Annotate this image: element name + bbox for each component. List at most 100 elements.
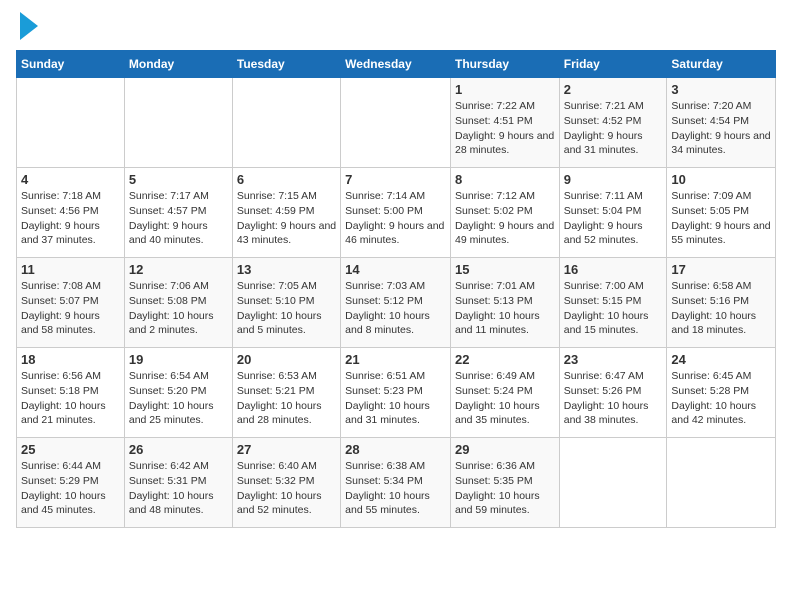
header-row: SundayMondayTuesdayWednesdayThursdayFrid…: [17, 51, 776, 78]
calendar-cell: 8 Sunrise: 7:12 AM Sunset: 5:02 PM Daylig…: [450, 168, 559, 258]
logo: [16, 16, 38, 40]
calendar-cell: 18Sunrise: 6:56 AM Sunset: 5:18 PM Dayli…: [17, 348, 125, 438]
day-number: 10: [671, 172, 771, 187]
col-header-wednesday: Wednesday: [341, 51, 451, 78]
day-number: 26: [129, 442, 228, 457]
calendar-cell: [232, 78, 340, 168]
col-header-friday: Friday: [559, 51, 667, 78]
day-number: 12: [129, 262, 228, 277]
calendar-cell: 25 Sunrise: 6:44 AM Sunset: 5:29 PM Dayli…: [17, 438, 125, 528]
day-info: Sunrise: 7:11 AM Sunset: 5:04 PM Dayligh…: [564, 189, 663, 248]
col-header-saturday: Saturday: [667, 51, 776, 78]
day-info: Sunrise: 7:20 AM Sunset: 4:54 PM Dayligh…: [671, 99, 771, 158]
calendar-cell: 29 Sunrise: 6:36 AM Sunset: 5:35 PM Dayli…: [450, 438, 559, 528]
calendar-cell: 28 Sunrise: 6:38 AM Sunset: 5:34 PM Dayli…: [341, 438, 451, 528]
day-info: Sunrise: 7:03 AM Sunset: 5:12 PM Dayligh…: [345, 279, 446, 338]
day-number: 21: [345, 352, 446, 367]
calendar-cell: 4Sunrise: 7:18 AM Sunset: 4:56 PM Daylig…: [17, 168, 125, 258]
day-number: 23: [564, 352, 663, 367]
calendar-cell: [341, 78, 451, 168]
day-info: Sunrise: 6:47 AM Sunset: 5:26 PM Dayligh…: [564, 369, 663, 428]
day-number: 29: [455, 442, 555, 457]
day-info: Sunrise: 7:09 AM Sunset: 5:05 PM Dayligh…: [671, 189, 771, 248]
day-number: 19: [129, 352, 228, 367]
day-info: Sunrise: 7:12 AM Sunset: 5:02 PM Dayligh…: [455, 189, 555, 248]
day-info: Sunrise: 7:18 AM Sunset: 4:56 PM Dayligh…: [21, 189, 120, 248]
day-number: 17: [671, 262, 771, 277]
day-info: Sunrise: 7:21 AM Sunset: 4:52 PM Dayligh…: [564, 99, 663, 158]
calendar-cell: 13 Sunrise: 7:05 AM Sunset: 5:10 PM Dayli…: [232, 258, 340, 348]
day-info: Sunrise: 6:38 AM Sunset: 5:34 PM Dayligh…: [345, 459, 446, 518]
week-row-1: 1 Sunrise: 7:22 AM Sunset: 4:51 PM Daylig…: [17, 78, 776, 168]
calendar-cell: 19Sunrise: 6:54 AM Sunset: 5:20 PM Dayli…: [124, 348, 232, 438]
day-info: Sunrise: 6:49 AM Sunset: 5:24 PM Dayligh…: [455, 369, 555, 428]
day-info: Sunrise: 7:05 AM Sunset: 5:10 PM Dayligh…: [237, 279, 336, 338]
calendar-table: SundayMondayTuesdayWednesdayThursdayFrid…: [16, 50, 776, 528]
day-number: 27: [237, 442, 336, 457]
calendar-cell: 21 Sunrise: 6:51 AM Sunset: 5:23 PM Dayli…: [341, 348, 451, 438]
day-info: Sunrise: 7:08 AM Sunset: 5:07 PM Dayligh…: [21, 279, 120, 338]
day-number: 11: [21, 262, 120, 277]
calendar-cell: 1 Sunrise: 7:22 AM Sunset: 4:51 PM Daylig…: [450, 78, 559, 168]
day-number: 22: [455, 352, 555, 367]
day-number: 28: [345, 442, 446, 457]
calendar-cell: 15Sunrise: 7:01 AM Sunset: 5:13 PM Dayli…: [450, 258, 559, 348]
calendar-cell: 5 Sunrise: 7:17 AM Sunset: 4:57 PM Daylig…: [124, 168, 232, 258]
day-number: 24: [671, 352, 771, 367]
week-row-4: 18Sunrise: 6:56 AM Sunset: 5:18 PM Dayli…: [17, 348, 776, 438]
page-header: [16, 16, 776, 40]
col-header-tuesday: Tuesday: [232, 51, 340, 78]
day-info: Sunrise: 7:06 AM Sunset: 5:08 PM Dayligh…: [129, 279, 228, 338]
calendar-cell: 2 Sunrise: 7:21 AM Sunset: 4:52 PM Daylig…: [559, 78, 667, 168]
day-number: 8: [455, 172, 555, 187]
calendar-cell: 3 Sunrise: 7:20 AM Sunset: 4:54 PM Daylig…: [667, 78, 776, 168]
day-number: 6: [237, 172, 336, 187]
logo-arrow-icon: [20, 12, 38, 40]
day-number: 15: [455, 262, 555, 277]
day-info: Sunrise: 6:51 AM Sunset: 5:23 PM Dayligh…: [345, 369, 446, 428]
day-number: 9: [564, 172, 663, 187]
calendar-cell: [124, 78, 232, 168]
calendar-cell: 9 Sunrise: 7:11 AM Sunset: 5:04 PM Daylig…: [559, 168, 667, 258]
day-info: Sunrise: 7:17 AM Sunset: 4:57 PM Dayligh…: [129, 189, 228, 248]
calendar-cell: 24 Sunrise: 6:45 AM Sunset: 5:28 PM Dayli…: [667, 348, 776, 438]
day-info: Sunrise: 6:53 AM Sunset: 5:21 PM Dayligh…: [237, 369, 336, 428]
calendar-cell: 12 Sunrise: 7:06 AM Sunset: 5:08 PM Dayli…: [124, 258, 232, 348]
day-number: 7: [345, 172, 446, 187]
day-info: Sunrise: 6:40 AM Sunset: 5:32 PM Dayligh…: [237, 459, 336, 518]
calendar-cell: 22 Sunrise: 6:49 AM Sunset: 5:24 PM Dayli…: [450, 348, 559, 438]
day-info: Sunrise: 7:15 AM Sunset: 4:59 PM Dayligh…: [237, 189, 336, 248]
day-number: 18: [21, 352, 120, 367]
calendar-cell: 16 Sunrise: 7:00 AM Sunset: 5:15 PM Dayli…: [559, 258, 667, 348]
day-info: Sunrise: 6:42 AM Sunset: 5:31 PM Dayligh…: [129, 459, 228, 518]
day-number: 25: [21, 442, 120, 457]
calendar-cell: 6 Sunrise: 7:15 AM Sunset: 4:59 PM Daylig…: [232, 168, 340, 258]
day-info: Sunrise: 7:00 AM Sunset: 5:15 PM Dayligh…: [564, 279, 663, 338]
day-info: Sunrise: 6:44 AM Sunset: 5:29 PM Dayligh…: [21, 459, 120, 518]
day-number: 2: [564, 82, 663, 97]
week-row-2: 4Sunrise: 7:18 AM Sunset: 4:56 PM Daylig…: [17, 168, 776, 258]
col-header-monday: Monday: [124, 51, 232, 78]
day-info: Sunrise: 6:58 AM Sunset: 5:16 PM Dayligh…: [671, 279, 771, 338]
calendar-cell: 17 Sunrise: 6:58 AM Sunset: 5:16 PM Dayli…: [667, 258, 776, 348]
calendar-cell: 26 Sunrise: 6:42 AM Sunset: 5:31 PM Dayli…: [124, 438, 232, 528]
calendar-cell: 27 Sunrise: 6:40 AM Sunset: 5:32 PM Dayli…: [232, 438, 340, 528]
calendar-cell: 23 Sunrise: 6:47 AM Sunset: 5:26 PM Dayli…: [559, 348, 667, 438]
week-row-3: 11 Sunrise: 7:08 AM Sunset: 5:07 PM Dayli…: [17, 258, 776, 348]
col-header-sunday: Sunday: [17, 51, 125, 78]
day-number: 13: [237, 262, 336, 277]
day-number: 5: [129, 172, 228, 187]
day-number: 3: [671, 82, 771, 97]
day-info: Sunrise: 6:45 AM Sunset: 5:28 PM Dayligh…: [671, 369, 771, 428]
calendar-cell: 10 Sunrise: 7:09 AM Sunset: 5:05 PM Dayli…: [667, 168, 776, 258]
day-number: 20: [237, 352, 336, 367]
week-row-5: 25 Sunrise: 6:44 AM Sunset: 5:29 PM Dayli…: [17, 438, 776, 528]
day-info: Sunrise: 6:36 AM Sunset: 5:35 PM Dayligh…: [455, 459, 555, 518]
day-number: 1: [455, 82, 555, 97]
calendar-cell: 20 Sunrise: 6:53 AM Sunset: 5:21 PM Dayli…: [232, 348, 340, 438]
day-number: 14: [345, 262, 446, 277]
day-info: Sunrise: 7:22 AM Sunset: 4:51 PM Dayligh…: [455, 99, 555, 158]
day-number: 16: [564, 262, 663, 277]
calendar-cell: 11 Sunrise: 7:08 AM Sunset: 5:07 PM Dayli…: [17, 258, 125, 348]
calendar-cell: [559, 438, 667, 528]
